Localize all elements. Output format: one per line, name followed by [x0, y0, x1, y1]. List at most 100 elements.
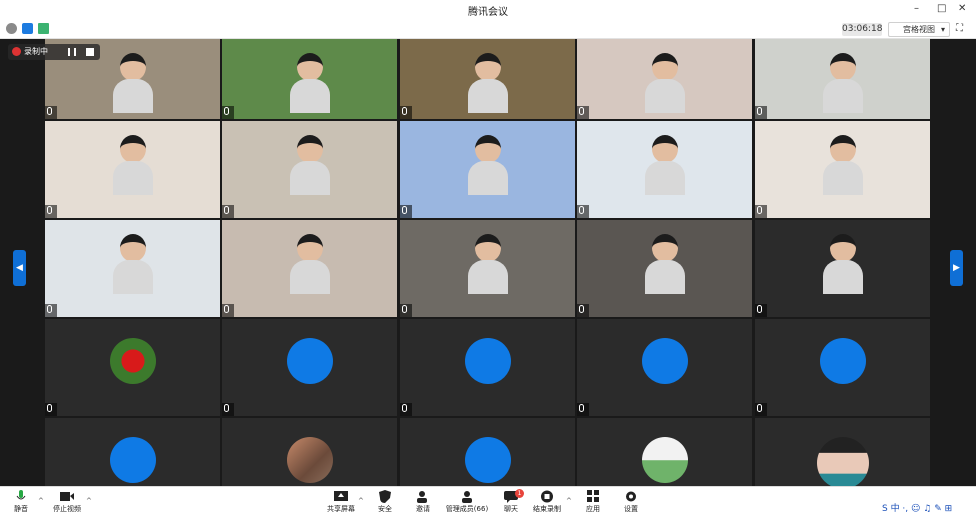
participant-video-figure — [467, 234, 508, 294]
participant-video-figure — [644, 53, 685, 113]
participant-tile[interactable] — [45, 319, 220, 416]
chat-button[interactable]: 1 聊天 — [492, 489, 530, 518]
record-stop-icon — [541, 490, 553, 503]
gear-icon — [626, 491, 636, 502]
participant-tile[interactable] — [755, 220, 930, 317]
recording-label: 录制中 — [24, 47, 48, 56]
participant-tile[interactable] — [400, 121, 575, 218]
microphone-icon — [579, 305, 584, 313]
microphone-icon — [757, 305, 762, 313]
participant-avatar — [109, 338, 156, 384]
record-dot-icon — [12, 47, 21, 56]
settings-button[interactable]: 设置 — [612, 489, 650, 518]
participant-tile[interactable] — [577, 319, 752, 416]
share-screen-icon — [334, 491, 348, 501]
participant-avatar — [816, 437, 869, 486]
record-options-button[interactable]: ^ — [566, 497, 572, 505]
participant-name-label — [45, 106, 57, 119]
audio-options-button[interactable]: ^ — [38, 497, 44, 505]
participant-name-label — [577, 304, 589, 317]
participant-tile[interactable] — [577, 121, 752, 218]
recording-indicator: 录制中 — [8, 44, 100, 60]
video-options-button[interactable]: ^ — [86, 497, 92, 505]
participant-tile[interactable] — [577, 220, 752, 317]
view-mode-label: 宫格视图 — [903, 25, 935, 34]
participant-tile[interactable] — [222, 39, 397, 119]
mute-button[interactable]: 静音 — [2, 489, 40, 518]
participant-video-figure — [822, 234, 863, 294]
participant-video-figure — [822, 135, 863, 195]
info-icon[interactable] — [6, 23, 17, 34]
invite-button[interactable]: 邀请 — [404, 489, 442, 518]
participant-name-label — [222, 106, 234, 119]
input-method-toolbar[interactable]: S 中 ·, ☺ ♫ ✎ ⊞ — [878, 500, 976, 519]
stop-recording-label: 结束录制 — [533, 505, 561, 513]
participant-name-label — [45, 304, 57, 317]
previous-page-button[interactable]: ◀ — [13, 250, 26, 286]
participant-tile[interactable] — [45, 220, 220, 317]
chat-label: 聊天 — [504, 505, 518, 513]
input-method-label: S 中 ·, ☺ ♫ ✎ ⊞ — [882, 504, 953, 514]
share-screen-label: 共享屏幕 — [327, 505, 355, 513]
microphone-icon — [224, 107, 229, 115]
participant-name-label — [577, 403, 589, 416]
microphone-icon — [224, 206, 229, 214]
participant-tile[interactable] — [400, 220, 575, 317]
participant-tile[interactable] — [45, 418, 220, 486]
share-screen-button[interactable]: 共享屏幕 — [322, 489, 360, 518]
participant-tile[interactable] — [755, 121, 930, 218]
microphone-icon — [579, 404, 584, 412]
participant-tile[interactable] — [222, 220, 397, 317]
stop-recording-toolbar-button[interactable]: 结束录制 — [528, 489, 566, 518]
pause-recording-button[interactable] — [68, 48, 76, 56]
minimize-button[interactable]: – — [914, 3, 919, 14]
microphone-icon — [579, 107, 584, 115]
participant-name-label — [400, 304, 412, 317]
participant-tile[interactable] — [577, 39, 752, 119]
participant-name-label — [400, 205, 412, 218]
shield-icon[interactable] — [22, 23, 33, 34]
participant-tile[interactable] — [577, 418, 752, 486]
view-mode-dropdown[interactable]: 宫格视图 ▾ — [888, 22, 950, 37]
title-bar: 腾讯会议 – □ ✕ — [0, 0, 976, 20]
participant-name-label — [222, 403, 234, 416]
participant-name-label — [755, 403, 767, 416]
unread-badge: 1 — [515, 489, 524, 498]
chevron-down-icon: ▾ — [940, 25, 945, 34]
members-icon — [462, 491, 472, 503]
microphone-icon — [402, 404, 407, 412]
manage-members-button[interactable]: 管理成员(66) — [444, 489, 490, 518]
meeting-timer: 03:06:18 — [842, 23, 883, 36]
apps-button[interactable]: 应用 — [574, 489, 612, 518]
next-page-button[interactable]: ▶ — [950, 250, 963, 286]
microphone-icon — [757, 206, 762, 214]
stop-video-button[interactable]: 停止视频 — [48, 489, 86, 518]
security-label: 安全 — [378, 505, 392, 513]
participant-name-label — [755, 205, 767, 218]
microphone-icon — [402, 206, 407, 214]
participant-tile[interactable] — [755, 418, 930, 486]
participant-tile[interactable] — [400, 39, 575, 119]
participant-tile[interactable] — [222, 319, 397, 416]
fullscreen-button[interactable]: ⛶ — [956, 23, 963, 34]
settings-label: 设置 — [624, 505, 638, 513]
participant-tile[interactable] — [45, 121, 220, 218]
share-options-button[interactable]: ^ — [358, 497, 364, 505]
participant-video-figure — [467, 135, 508, 195]
participant-name-label — [755, 304, 767, 317]
participant-tile[interactable] — [755, 39, 930, 119]
participant-tile[interactable] — [400, 319, 575, 416]
network-signal-icon[interactable] — [38, 23, 49, 34]
microphone-icon — [757, 107, 762, 115]
participant-avatar — [286, 437, 333, 483]
close-button[interactable]: ✕ — [958, 3, 966, 14]
security-button[interactable]: 安全 — [366, 489, 404, 518]
participant-avatar — [641, 338, 688, 384]
microphone-icon — [224, 404, 229, 412]
participant-tile[interactable] — [222, 418, 397, 486]
maximize-button[interactable]: □ — [937, 3, 946, 14]
participant-tile[interactable] — [755, 319, 930, 416]
participant-tile[interactable] — [222, 121, 397, 218]
participant-tile[interactable] — [400, 418, 575, 486]
stop-recording-button[interactable] — [86, 48, 94, 56]
